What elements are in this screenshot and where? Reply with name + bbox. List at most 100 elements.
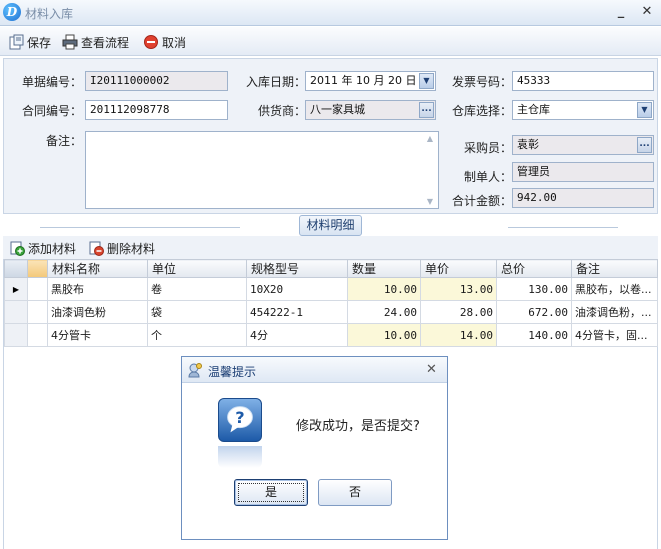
info-user-icon <box>188 363 202 378</box>
app-logo-icon: D <box>3 3 21 21</box>
yes-button[interactable]: 是 <box>234 479 308 506</box>
unit-cell[interactable]: 卷 <box>147 277 247 301</box>
question-icon-reflection <box>218 446 262 468</box>
spec-cell[interactable]: 454222-1 <box>246 300 348 324</box>
add-icon <box>10 241 25 256</box>
material-name-cell[interactable]: 黑胶布 <box>47 277 148 301</box>
row-indicator-cell[interactable] <box>4 323 28 347</box>
contract-field[interactable]: 201112098778 <box>85 100 228 120</box>
scroll-down-icon[interactable]: ▼ <box>425 197 435 206</box>
table-header-row: 材料名称 单位 规格型号 数量 单价 总价 备注 <box>4 259 658 278</box>
row-state-header <box>27 259 48 278</box>
column-header[interactable]: 数量 <box>347 259 421 278</box>
svg-text:?: ? <box>235 408 244 427</box>
toolbar: 保存 查看流程 取消 <box>0 27 661 56</box>
add-material-button[interactable]: 添加材料 <box>9 238 76 258</box>
column-header[interactable]: 备注 <box>571 259 658 278</box>
warehouse-dropdown-icon[interactable]: ▼ <box>637 102 652 118</box>
supplier-browse-button[interactable]: ... <box>419 102 434 118</box>
section-divider-left <box>40 227 240 228</box>
quantity-cell[interactable]: 24.00 <box>347 300 421 324</box>
remark-cell[interactable]: 黑胶布，以卷... <box>571 277 658 301</box>
cancel-label: 取消 <box>162 35 187 50</box>
buyer-field[interactable]: 袁彰 ... <box>512 135 654 155</box>
title-bar: D 材料入库 _ ✕ <box>0 0 661 26</box>
minimize-icon[interactable]: _ <box>612 3 630 21</box>
quantity-cell[interactable]: 10.00 <box>347 277 421 301</box>
remark-cell[interactable]: 4分管卡，固... <box>571 323 658 347</box>
dialog-title-bar: 温馨提示 ✕ <box>182 357 447 383</box>
row-state-cell <box>27 277 48 301</box>
column-header[interactable]: 材料名称 <box>47 259 148 278</box>
total-cell: 672.00 <box>496 300 572 324</box>
price-cell[interactable]: 13.00 <box>420 277 497 301</box>
header-form: 单据编号： I20111000002 入库日期： 2011 年 10 月 20 … <box>3 58 658 214</box>
price-cell[interactable]: 28.00 <box>420 300 497 324</box>
column-header[interactable]: 单价 <box>420 259 497 278</box>
question-icon: ? <box>218 398 262 442</box>
close-icon[interactable]: ✕ <box>638 3 656 21</box>
calendar-dropdown-icon[interactable]: ▼ <box>419 73 434 89</box>
save-icon <box>9 34 24 50</box>
in-date-field[interactable]: 2011 年 10 月 20 日 ▼ <box>305 71 436 91</box>
buyer-label: 采购员： <box>463 141 512 155</box>
table-row[interactable]: 4分管卡 个 4分 10.00 14.00 140.00 4分管卡，固... <box>4 323 658 347</box>
view-flow-button[interactable]: 查看流程 <box>62 32 129 52</box>
doc-no-label: 单据编号： <box>21 75 82 89</box>
spec-cell[interactable]: 4分 <box>246 323 348 347</box>
remark-textarea[interactable]: ▲ ▼ <box>85 131 439 209</box>
no-button[interactable]: 否 <box>318 479 392 506</box>
total-label: 合计金额： <box>451 194 512 208</box>
warehouse-label: 仓库选择： <box>451 104 512 118</box>
dialog-close-icon[interactable]: ✕ <box>426 362 437 377</box>
buyer-value: 袁彰 <box>517 138 539 151</box>
row-indicator-cell[interactable] <box>4 300 28 324</box>
column-header[interactable]: 单位 <box>147 259 247 278</box>
supplier-label: 供货商： <box>257 104 306 118</box>
cancel-button[interactable]: 取消 <box>143 32 186 52</box>
invoice-field[interactable]: 45333 <box>512 71 654 91</box>
doc-no-field[interactable]: I20111000002 <box>85 71 228 91</box>
row-state-cell <box>27 300 48 324</box>
select-all-cell[interactable] <box>4 259 28 278</box>
cancel-icon <box>144 35 158 49</box>
material-name-cell[interactable]: 油漆调色粉 <box>47 300 148 324</box>
section-divider-right <box>508 227 618 228</box>
current-row-indicator-icon[interactable]: ▶ <box>4 277 28 301</box>
table-row[interactable]: 油漆调色粉 袋 454222-1 24.00 28.00 672.00 油漆调色… <box>4 300 658 324</box>
delete-icon <box>89 241 104 256</box>
view-flow-label: 查看流程 <box>81 35 130 50</box>
scroll-up-icon[interactable]: ▲ <box>425 134 435 143</box>
buyer-browse-button[interactable]: ... <box>637 137 652 153</box>
spec-cell[interactable]: 10X20 <box>246 277 348 301</box>
in-date-value: 2011 年 10 月 20 日 <box>310 74 417 87</box>
supplier-value: 八一家具城 <box>310 103 365 116</box>
remark-cell[interactable]: 油漆调色粉，... <box>571 300 658 324</box>
column-header[interactable]: 总价 <box>496 259 572 278</box>
contract-label: 合同编号： <box>21 104 82 118</box>
in-date-label: 入库日期： <box>245 75 306 89</box>
table-row[interactable]: ▶ 黑胶布 卷 10X20 10.00 13.00 130.00 黑胶布，以卷.… <box>4 277 658 301</box>
save-label: 保存 <box>27 35 52 50</box>
warehouse-select[interactable]: 主仓库 ▼ <box>512 100 654 120</box>
no-label: 否 <box>348 485 361 499</box>
column-header[interactable]: 规格型号 <box>246 259 348 278</box>
detail-section-title: 材料明细 <box>299 215 362 236</box>
quantity-cell[interactable]: 10.00 <box>347 323 421 347</box>
unit-cell[interactable]: 个 <box>147 323 247 347</box>
total-cell: 140.00 <box>496 323 572 347</box>
materials-table: 材料名称 单位 规格型号 数量 单价 总价 备注 ▶ 黑胶布 卷 10X20 1… <box>4 259 658 347</box>
total-cell: 130.00 <box>496 277 572 301</box>
save-button[interactable]: 保存 <box>8 32 51 52</box>
dialog-title: 温馨提示 <box>208 365 257 379</box>
unit-cell[interactable]: 袋 <box>147 300 247 324</box>
focus-ring <box>238 483 304 502</box>
creator-field: 管理员 <box>512 162 654 182</box>
supplier-field[interactable]: 八一家具城 ... <box>305 100 436 120</box>
confirm-dialog: 温馨提示 ✕ ? 修改成功，是否提交? 是 否 <box>181 356 448 540</box>
detail-toolbar: 添加材料 删除材料 <box>3 236 658 259</box>
delete-material-button[interactable]: 删除材料 <box>88 238 155 258</box>
material-name-cell[interactable]: 4分管卡 <box>47 323 148 347</box>
price-cell[interactable]: 14.00 <box>420 323 497 347</box>
remark-label: 备注： <box>45 134 82 148</box>
